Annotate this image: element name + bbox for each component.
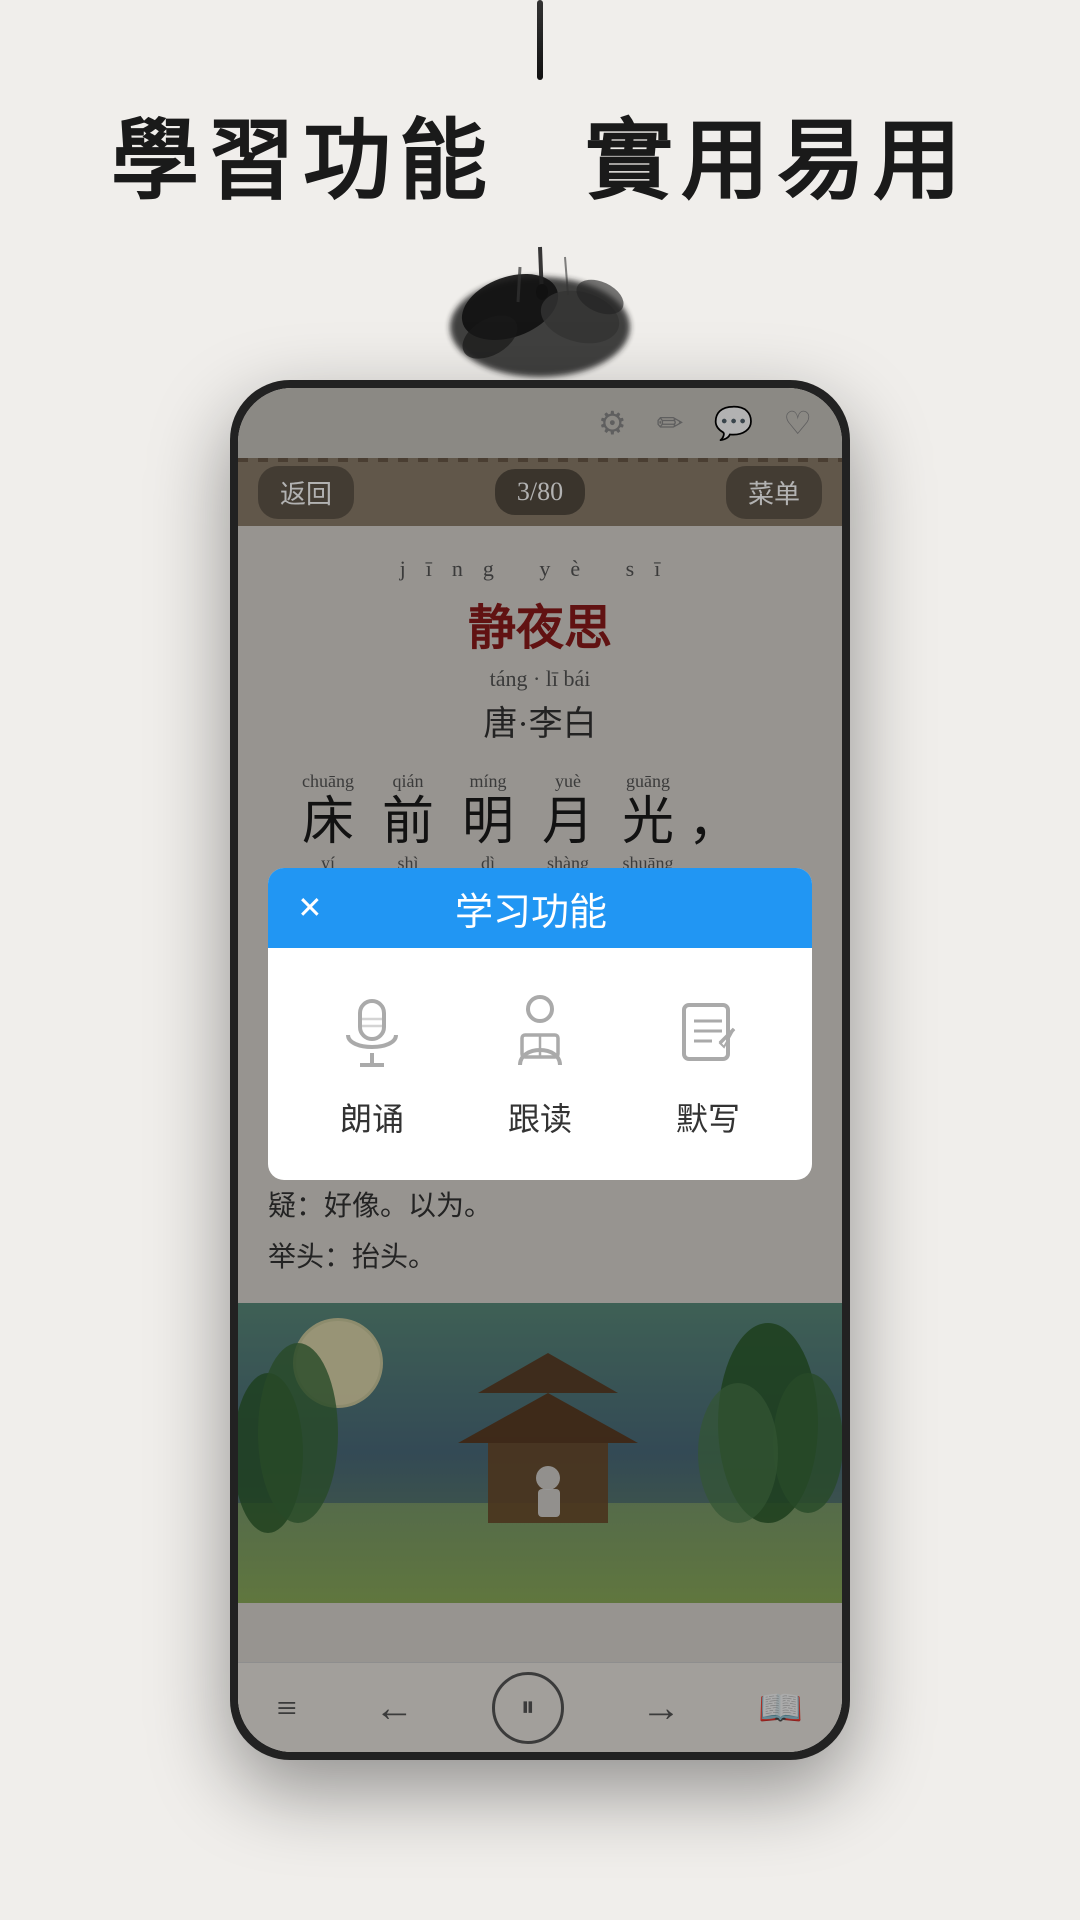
top-area: 學習功能 實用易用 (0, 0, 1080, 400)
modal-body: 朗诵 跟读 (268, 948, 812, 1180)
modal-item-follow[interactable]: 跟读 (495, 988, 585, 1140)
phone-screen: ⚙ ✏ 💬 ♡ 返回 3/80 菜单 jīng yè sī 静夜思 táng ·… (238, 388, 842, 1752)
person-reading-icon (495, 988, 585, 1078)
microphone-icon (327, 988, 417, 1078)
phone-mockup: ⚙ ✏ 💬 ♡ 返回 3/80 菜单 jīng yè sī 静夜思 táng ·… (230, 380, 850, 1760)
ink-blob-decoration (430, 237, 650, 397)
modal-item-dictation[interactable]: 默写 (663, 988, 753, 1140)
modal-item-recite[interactable]: 朗诵 (327, 988, 417, 1140)
writing-icon (663, 988, 753, 1078)
ink-drop-top (537, 0, 543, 80)
dictation-label: 默写 (676, 1094, 740, 1140)
follow-label: 跟读 (508, 1094, 572, 1140)
modal-title: 学习功能 (342, 881, 720, 936)
modal-close-button[interactable]: × (298, 884, 322, 932)
page-title: 學習功能 實用易用 (111, 90, 969, 217)
recite-label: 朗诵 (340, 1094, 404, 1140)
modal-header: × 学习功能 (268, 868, 812, 948)
modal-box: × 学习功能 (268, 868, 812, 1180)
